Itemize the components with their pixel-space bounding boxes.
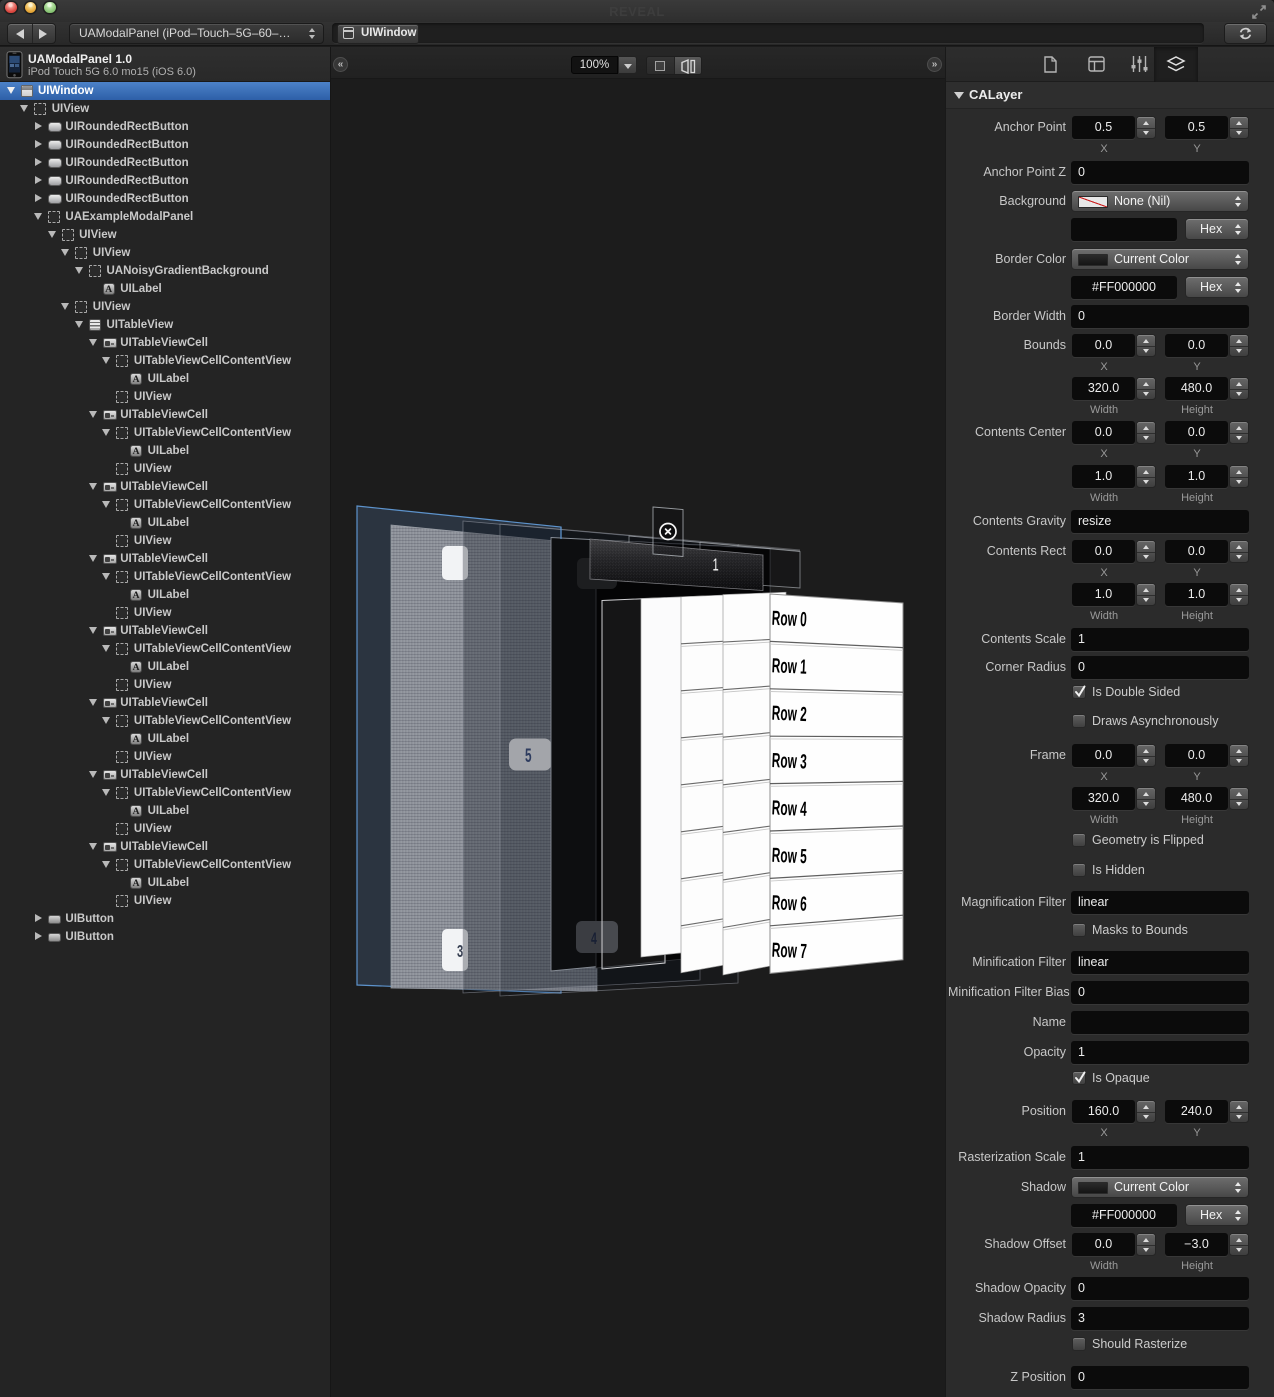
svg-text:Row 5: Row 5 bbox=[771, 843, 807, 868]
svg-text:Row 4: Row 4 bbox=[771, 796, 807, 821]
svg-text:Row 0: Row 0 bbox=[771, 606, 807, 631]
svg-text:Row 7: Row 7 bbox=[771, 938, 807, 963]
svg-text:3: 3 bbox=[457, 941, 463, 961]
svg-text:Row 3: Row 3 bbox=[771, 749, 807, 774]
svg-text:Row 6: Row 6 bbox=[771, 891, 807, 916]
svg-text:Row 1: Row 1 bbox=[771, 654, 807, 679]
svg-text:5: 5 bbox=[525, 746, 532, 766]
svg-text:Row 2: Row 2 bbox=[771, 701, 807, 726]
svg-text:1: 1 bbox=[713, 555, 719, 575]
svg-text:4: 4 bbox=[591, 928, 597, 947]
